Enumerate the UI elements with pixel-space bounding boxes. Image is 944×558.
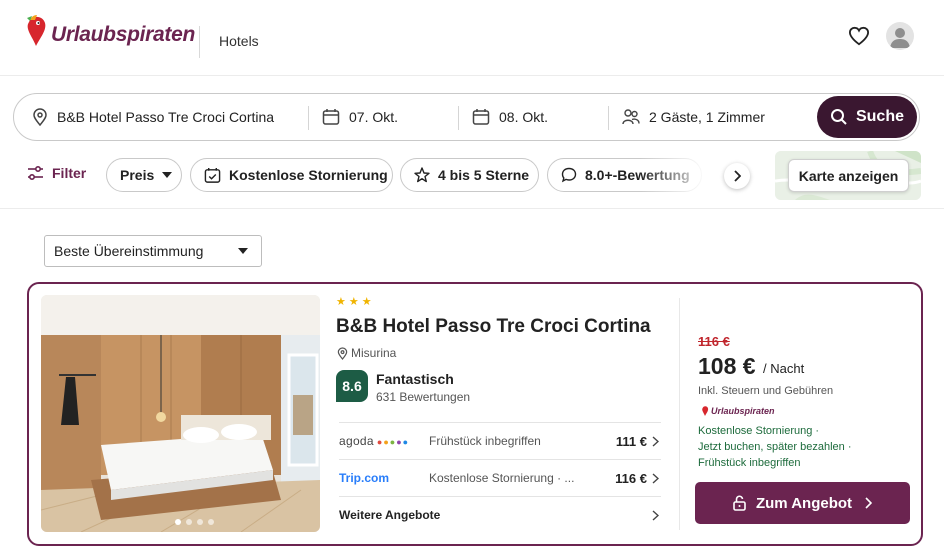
offer-price: 111 € [615,433,647,449]
search-separator [308,106,309,130]
trip-com-logo: Trip.com [339,471,429,485]
sort-dropdown[interactable]: Beste Übereinstimmung [44,235,262,267]
filter-button[interactable]: Filter [27,165,86,181]
more-offers-label: Weitere Angebote [339,508,441,522]
offer-desc: Kostenlose Stornierung · ... [429,471,575,485]
to-offer-label: Zum Angebot [755,494,853,512]
search-separator [608,106,609,130]
chevron-right-icon [652,473,659,484]
tax-note: Inkl. Steuern und Gebühren [698,385,834,397]
star-icon: ★ [336,296,346,308]
rating-score-badge: 8.6 [336,370,368,402]
partner-name: Trip.com [339,471,390,485]
brand-name: Urlaubspiraten [51,23,195,46]
location-pin-icon [33,108,47,126]
calendar-icon [472,109,490,125]
chip-price[interactable]: Preis [106,158,182,192]
checkin-field[interactable]: 07. Okt. [322,94,457,140]
show-map-button[interactable]: Karte anzeigen [788,159,909,192]
price-unit: / Nacht [763,361,805,376]
top-header: Urlaubspiraten Hotels [0,0,944,76]
search-separator [458,106,459,130]
rating-word: Fantastisch [376,371,454,387]
chip-price-label: Preis [120,167,155,183]
perk-item: Frühstück inbegriffen [698,457,801,469]
hotel-star-rating: ★ ★ ★ [336,297,372,308]
checkin-value: 07. Okt. [349,109,399,125]
search-bar: B&B Hotel Passo Tre Croci Cortina 07. Ok… [13,93,920,141]
perk-item: Kostenlose Stornierung · [698,425,820,437]
perks-list: Kostenlose Stornierung · Jetzt buchen, s… [698,423,898,471]
search-button[interactable]: Suche [817,96,917,138]
destination-value: B&B Hotel Passo Tre Croci Cortina [57,109,275,125]
caret-down-icon [238,248,248,254]
location-pin-icon [337,346,348,360]
agoda-logo: agoda ●●●●● [339,434,410,448]
offer-row-agoda[interactable]: agoda ●●●●● Frühstück inbegriffen 111 € [339,422,661,459]
photo-carousel-dots[interactable] [175,519,214,525]
hotel-card[interactable]: ★ ★ ★ B&B Hotel Passo Tre Croci Cortina … [27,282,923,546]
hotel-name[interactable]: B&B Hotel Passo Tre Croci Cortina [336,316,651,338]
sliders-icon [28,166,43,180]
star-icon: ★ [348,296,359,308]
chevron-right-icon [652,436,659,447]
star-icon: ★ [361,296,372,308]
chip-free-cancellation-label: Kostenlose Stornierung [229,167,388,183]
chevron-right-icon [652,510,659,521]
chips-next-button[interactable] [724,163,750,189]
sort-selected: Beste Übereinstimmung [54,243,204,259]
hotel-photo[interactable] [41,295,320,532]
guests-field[interactable]: 2 Gäste, 1 Zimmer [622,94,812,140]
star-icon [414,167,430,183]
offers-list: agoda ●●●●● Frühstück inbegriffen 111 € T… [339,422,661,533]
offer-row-trip[interactable]: Trip.com Kostenlose Stornierung · ... 11… [339,459,661,496]
card-divider [679,298,680,530]
checkout-value: 08. Okt. [499,109,549,125]
chip-scroll-fade [640,158,710,192]
carousel-dot[interactable] [208,519,214,525]
filters-divider [0,208,944,209]
carousel-dot[interactable] [175,519,181,525]
search-button-label: Suche [855,108,904,125]
checkout-field[interactable]: 08. Okt. [472,94,607,140]
partner-name: agoda [339,434,374,448]
provider-logo: Urlaubspiraten [701,405,775,417]
review-count: 631 Bewertungen [376,390,471,404]
chip-free-cancellation[interactable]: Kostenlose Stornierung [190,158,393,192]
brand-logo[interactable]: Urlaubspiraten [24,14,195,48]
search-icon [830,109,847,125]
provider-name: Urlaubspiraten [711,406,775,416]
offer-desc: Frühstück inbegriffen [429,434,541,448]
parrot-logo-icon [702,406,709,416]
unlock-icon [733,495,746,511]
location-text: Misurina [351,346,397,360]
destination-field[interactable]: B&B Hotel Passo Tre Croci Cortina [32,94,307,140]
calendar-check-icon [204,167,221,183]
hotel-location: Misurina [337,346,396,360]
section-title: Hotels [219,33,259,49]
old-price: 116 € [698,334,730,349]
chevron-right-icon [865,497,873,509]
perk-item: Jetzt buchen, später bezahlen · [698,441,852,453]
caret-down-icon [162,172,173,178]
price: 108 € [698,353,756,379]
speech-bubble-icon [561,167,577,183]
guests-icon [622,109,640,125]
filter-label: Filter [52,165,87,181]
carousel-dot[interactable] [197,519,203,525]
calendar-icon [322,109,340,125]
favorites-heart-icon[interactable] [848,26,872,48]
more-offers-row[interactable]: Weitere Angebote [339,496,661,533]
chip-stars-label: 4 bis 5 Sterne [438,167,530,183]
to-offer-button[interactable]: Zum Angebot [695,482,910,524]
guests-value: 2 Gäste, 1 Zimmer [649,109,765,125]
offer-price: 116 € [615,470,647,486]
parrot-logo-icon [24,14,48,48]
chip-stars[interactable]: 4 bis 5 Sterne [400,158,539,192]
chevron-right-icon [734,170,741,182]
header-divider [199,26,200,58]
user-avatar-icon[interactable] [886,22,914,50]
carousel-dot[interactable] [186,519,192,525]
